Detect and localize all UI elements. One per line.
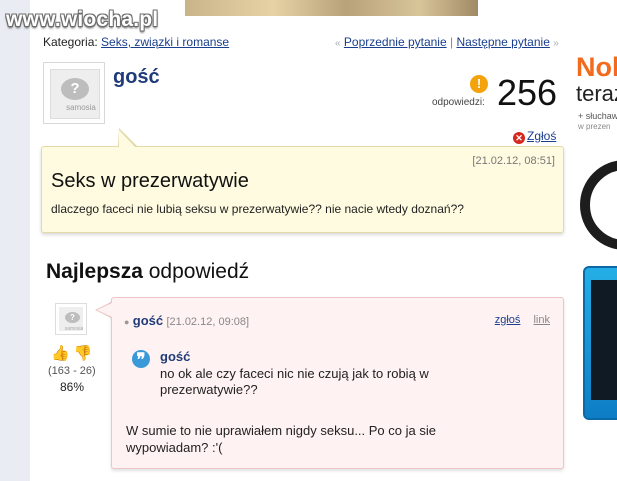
answers-label: odpowiedzi:	[432, 97, 485, 108]
answer-box: ● gość [21.02.12, 09:08] zgłoś link ❞ go…	[111, 297, 564, 469]
question-title: Seks w prezerwatywie	[51, 170, 249, 192]
question-nav: « Poprzednie pytanie | Następne pytanie …	[335, 35, 559, 49]
report-link[interactable]: ✕ Zgłoś	[513, 129, 556, 144]
watermark: www.wiocha.pl	[6, 8, 159, 31]
thumbs-down-icon[interactable]: 👎	[74, 345, 93, 362]
answer-header: ● gość [21.02.12, 09:08]	[124, 313, 249, 328]
answers-count: 256	[497, 72, 558, 113]
best-answer-bold: Najlepsza	[46, 260, 143, 283]
avatar-label: samosia	[66, 103, 96, 112]
vote-counts: (163 - 26)	[48, 365, 96, 377]
answer-permalink[interactable]: link	[533, 314, 550, 326]
avatar[interactable]: ? samosia	[43, 62, 105, 124]
best-answer-heading: Najlepsza odpowiedź	[46, 260, 249, 284]
answer-question-bubble-icon: ?	[65, 312, 80, 323]
best-answer-rest: odpowiedź	[148, 260, 250, 283]
category-label: Kategoria:	[43, 35, 98, 49]
answers-icon: !	[470, 75, 488, 93]
question-author[interactable]: gość	[113, 66, 160, 89]
answer-avatar-placeholder: ? samosia	[59, 307, 84, 332]
bullet-icon: ●	[124, 317, 130, 327]
thumbs-up-icon[interactable]: 👍	[51, 345, 70, 362]
answer-author[interactable]: gość	[133, 313, 163, 328]
phone-screen	[591, 280, 617, 400]
answer-avatar[interactable]: ? samosia	[55, 303, 87, 335]
answer-date: [21.02.12, 09:08]	[166, 316, 250, 328]
vote-buttons: 👍 👎	[51, 344, 93, 362]
left-arrow-icon: «	[335, 38, 341, 49]
answer-avatar-label: samosia	[64, 326, 84, 332]
prev-question-link[interactable]: Poprzednie pytanie	[344, 35, 447, 49]
ad-small-text: + słuchaw	[578, 111, 617, 121]
question-bubble-tail-inner	[119, 130, 135, 147]
ad-small-text-2: w prezen	[578, 122, 611, 131]
question-body: dlaczego faceci nie lubią seksu w prezer…	[51, 202, 464, 216]
quote-icon: ❞	[132, 350, 150, 369]
nav-separator: |	[450, 35, 454, 49]
ad-subtitle: teraz	[576, 81, 617, 106]
answer-bubble-tail-inner	[97, 303, 112, 317]
report-icon: ✕	[513, 132, 525, 144]
avatar-placeholder: ? samosia	[50, 69, 100, 119]
answer-actions: zgłoś link	[485, 314, 550, 326]
headphones-image	[580, 160, 617, 250]
quote-text: no ok ale czy faceci nic nie czują jak t…	[160, 366, 429, 397]
question-box: [21.02.12, 08:51] Seks w prezerwatywie d…	[41, 146, 564, 233]
category-link[interactable]: Seks, związki i romanse	[101, 35, 229, 49]
report-label: Zgłoś	[527, 129, 557, 143]
phone-image	[583, 266, 617, 420]
category-line: Kategoria: Seks, związki i romanse	[43, 35, 229, 49]
answer-report-link[interactable]: zgłoś	[495, 314, 521, 326]
question-bubble-icon: ?	[61, 78, 89, 100]
right-arrow-icon: »	[553, 38, 559, 49]
banner-image	[185, 0, 478, 16]
ad-title: Noki	[576, 52, 617, 82]
next-question-link[interactable]: Następne pytanie	[456, 35, 549, 49]
answer-text: W sumie to nie uprawiałem nigdy seksu...…	[126, 423, 436, 455]
quote-author: gość	[160, 349, 191, 364]
question-date: [21.02.12, 08:51]	[472, 155, 555, 167]
vote-percent: 86%	[60, 380, 85, 394]
